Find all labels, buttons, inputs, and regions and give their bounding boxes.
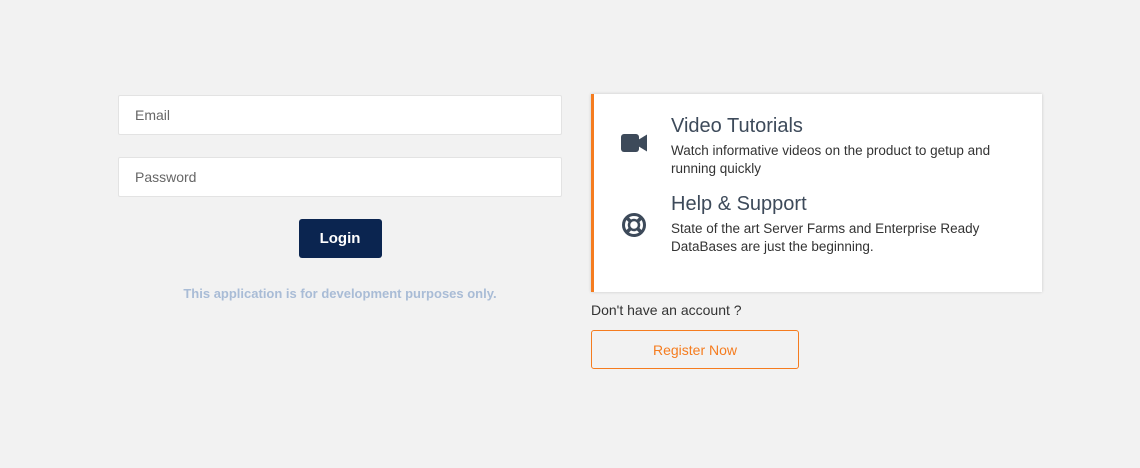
email-input[interactable] bbox=[118, 95, 562, 135]
password-input[interactable] bbox=[118, 157, 562, 197]
feature-help-support: Help & Support State of the art Server F… bbox=[621, 192, 1012, 256]
feature-title: Video Tutorials bbox=[671, 115, 803, 137]
dev-note: This application is for development purp… bbox=[183, 286, 497, 301]
register-now-button[interactable]: Register Now bbox=[591, 330, 799, 369]
feature-description: Watch informative videos on the product … bbox=[671, 143, 991, 176]
video-camera-icon bbox=[621, 134, 647, 152]
login-button[interactable]: Login bbox=[298, 219, 382, 258]
feature-text: Video Tutorials Watch informative videos… bbox=[671, 114, 1011, 178]
no-account-prompt: Don't have an account ? bbox=[591, 302, 742, 318]
feature-video-tutorials: Video Tutorials Watch informative videos… bbox=[621, 114, 1012, 178]
lifebuoy-icon bbox=[621, 212, 647, 238]
info-card: Video Tutorials Watch informative videos… bbox=[591, 94, 1042, 292]
feature-text: Help & Support State of the art Server F… bbox=[671, 192, 1011, 256]
feature-description: State of the art Server Farms and Enterp… bbox=[671, 221, 980, 254]
login-form: Login This application is for developmen… bbox=[118, 95, 562, 301]
feature-title: Help & Support bbox=[671, 193, 807, 215]
login-page: Login This application is for developmen… bbox=[0, 0, 1140, 468]
